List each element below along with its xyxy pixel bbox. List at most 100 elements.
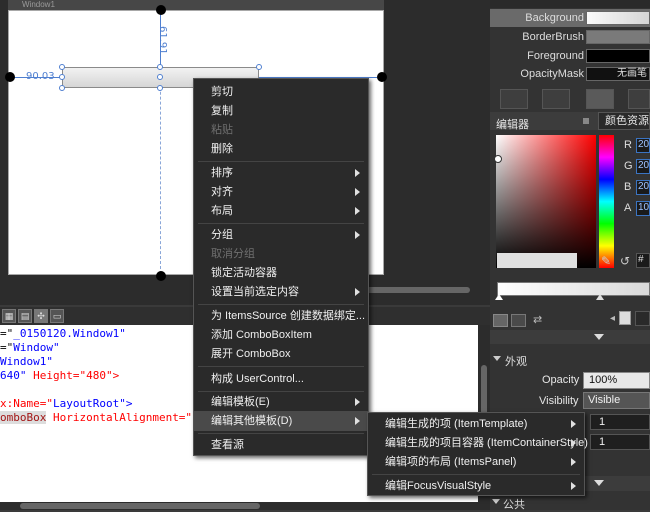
image-brush-tab-icon[interactable] [628,89,650,109]
visibility-label: Visibility [539,395,579,407]
menu-item-view-source[interactable]: 查看源 [194,435,368,455]
opacity-input[interactable]: 100% [583,372,650,389]
xaml-hscroll-thumb[interactable] [20,503,260,509]
menu-item-set-selection[interactable]: 设置当前选定内容 [194,282,368,302]
snap-lines-icon[interactable]: ✣ [34,309,48,323]
menu-item-layout[interactable]: 布局 [194,201,368,221]
xaml-line-4-post: Height="480"> [26,369,120,382]
g-input[interactable]: 20 [636,159,650,174]
saturation-value-field[interactable] [496,135,596,268]
stop-left-arrow-icon[interactable]: ◂ [610,313,615,324]
menu-item-delete[interactable]: 删除 [194,139,368,159]
submenu-arrow-icon [355,188,360,196]
snap-grid-icon[interactable]: ▤ [18,309,32,323]
collapse-bar[interactable] [490,330,650,344]
current-color-preview [497,253,577,268]
window-title-bar: Window1 [8,0,384,10]
collapse-chevron-icon[interactable] [594,334,604,340]
b-input[interactable]: 20 [636,180,650,195]
resize-handle-w[interactable] [59,74,65,80]
reset-color-icon[interactable]: ↺ [620,254,630,268]
color-resources-tab[interactable]: 颜色资源 [598,112,650,130]
resize-handle-sw[interactable] [59,85,65,91]
public-expand-icon[interactable] [492,499,500,504]
r-label: R [624,139,632,151]
resize-handle-s[interactable] [157,85,163,91]
xaml-hscroll[interactable] [0,502,478,510]
gradient-stop-right[interactable] [596,294,604,300]
menu-separator [198,304,364,305]
top-pin-icon[interactable] [156,5,166,15]
left-pin-icon[interactable] [5,72,15,82]
radial-gradient-icon[interactable] [511,314,526,327]
submenu-item-itemtemplate[interactable]: 编辑生成的项 (ItemTemplate) [368,414,584,434]
color-picker-cursor[interactable] [494,155,502,163]
stop-indicator-icon[interactable] [619,311,631,325]
hex-input[interactable]: # [636,253,650,268]
bottom-pin-icon[interactable] [156,271,166,281]
reverse-gradient-icon[interactable]: ⇄ [533,313,542,326]
linear-gradient-icon[interactable] [493,314,508,327]
submenu-item-focusvisualstyle[interactable]: 编辑FocusVisualStyle [368,476,584,496]
brush-swatch-background[interactable] [586,11,650,25]
brush-row-foreground[interactable]: Foreground [490,47,650,65]
appearance-expand-icon[interactable] [493,356,501,361]
column-stepper-input[interactable]: 1 [590,434,650,450]
submenu-item-itemcontainerstyle[interactable]: 编辑生成的项目容器 (ItemContainerStyle) [368,433,588,453]
resize-handle-nw[interactable] [59,64,65,70]
advanced-chevron-icon[interactable] [594,480,604,486]
submenu-arrow-icon [355,169,360,177]
menu-item-make-usercontrol[interactable]: 构成 UserControl... [194,369,368,389]
gradient-stop-bar[interactable] [497,282,650,296]
r-input[interactable]: 20 [636,138,650,153]
brush-label-foreground: Foreground [527,50,584,62]
menu-item-bind-itemssource[interactable]: 为 ItemsSource 创建数据绑定... [194,306,368,326]
context-menu: 剪切 复制 粘贴 删除 排序 对齐 布局 分组 取消分组 锁定活动容器 设置当前… [193,78,369,456]
hue-slider[interactable] [599,135,614,268]
xaml-line-4-val: 640" [0,369,27,382]
panel-top-strip [490,0,650,8]
resize-handle-center[interactable] [157,74,163,80]
submenu-item-itemspanel[interactable]: 编辑项的布局 (ItemsPanel) [368,452,584,472]
menu-item-lock-container[interactable]: 锁定活动容器 [194,263,368,283]
brush-swatch-borderbrush[interactable] [586,30,650,44]
gradient-stop-left[interactable] [495,294,503,300]
brush-swatch-foreground[interactable] [586,49,650,63]
menu-item-edit-other-templates[interactable]: 编辑其他模板(D) [194,411,368,431]
menu-item-edit-template[interactable]: 编辑模板(E) [194,392,368,412]
menu-item-order-label: 排序 [211,167,233,179]
no-brush-tab-icon[interactable] [500,89,528,109]
menu-item-cut[interactable]: 剪切 [194,82,368,102]
brush-label-opacitymask: OpacityMask [520,68,584,80]
top-margin-label: 61.91 [157,26,168,55]
a-label: A [624,202,632,214]
grid-view-icon[interactable]: ▦ [2,309,16,323]
submenu-item-itemtemplate-label: 编辑生成的项 (ItemTemplate) [385,418,528,430]
annotations-icon[interactable]: ▭ [50,309,64,323]
gradient-brush-tab-icon[interactable] [586,89,614,109]
advanced-collapse-bar[interactable] [580,476,650,491]
brush-row-opacitymask[interactable]: OpacityMask 无画笔 [490,65,650,83]
menu-item-copy[interactable]: 复制 [194,101,368,121]
menu-item-align[interactable]: 对齐 [194,182,368,202]
xaml-line-1-val: _0150120.Window1" [13,327,126,340]
menu-item-group[interactable]: 分组 [194,225,368,245]
brush-value-opacitymask[interactable]: 无画笔 [586,67,650,81]
resize-handle-ne[interactable] [256,64,262,70]
solid-brush-tab-icon[interactable] [542,89,570,109]
menu-separator [372,474,580,475]
xaml-line-7-post: HorizontalAlignment="Lef [46,411,212,424]
editor-collapse-icon[interactable] [583,118,589,124]
eyedropper-icon[interactable]: ✎ [601,254,611,268]
resize-handle-n[interactable] [157,64,163,70]
menu-item-expand-combobox[interactable]: 展开 ComboBox [194,344,368,364]
brush-row-background[interactable]: Background [490,9,650,27]
menu-item-order[interactable]: 排序 [194,163,368,183]
brush-row-borderbrush[interactable]: BorderBrush [490,28,650,46]
visibility-select[interactable]: Visible [583,392,650,409]
row-stepper-input[interactable]: 1 [590,414,650,430]
menu-item-add-comboboxitem[interactable]: 添加 ComboBoxItem [194,325,368,345]
a-input[interactable]: 10 [636,201,650,216]
right-pin-icon[interactable] [377,72,387,82]
stop-offset-input[interactable] [635,311,650,326]
